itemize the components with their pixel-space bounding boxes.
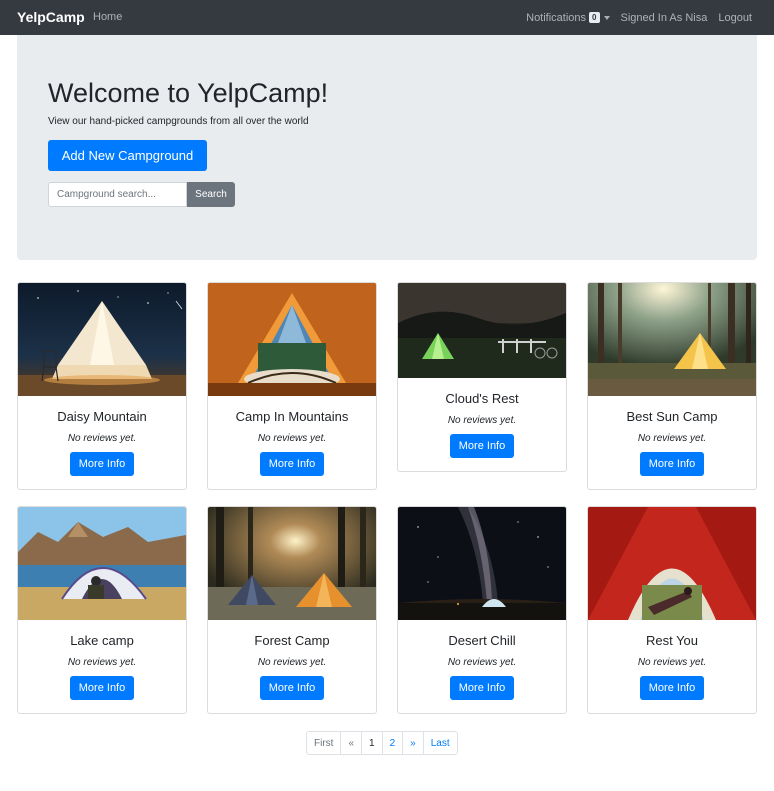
pagination-first: First	[314, 737, 334, 749]
add-campground-button[interactable]: Add New Campground	[48, 140, 207, 171]
more-info-button[interactable]: More Info	[640, 676, 704, 700]
pagination-page-1: 1	[361, 732, 382, 754]
campground-reviews: No reviews yet.	[67, 433, 137, 444]
campground-card: Desert Chill No reviews yet. More Info	[397, 506, 567, 714]
campground-reviews: No reviews yet.	[637, 657, 707, 668]
more-info-button[interactable]: More Info	[260, 452, 324, 476]
campground-name: Rest You	[645, 633, 699, 648]
page-title: Welcome to YelpCamp!	[48, 78, 329, 108]
navbar: YelpCamp Home Notifications 0 Signed In …	[0, 0, 774, 35]
campground-card: Camp In Mountains No reviews yet. More I…	[207, 282, 377, 490]
red-tent-view-image	[588, 507, 756, 620]
forest-tents-image	[208, 507, 376, 620]
logout-link[interactable]: Logout	[718, 12, 752, 24]
campground-reviews: No reviews yet.	[447, 415, 517, 426]
notifications-label: Notifications	[526, 11, 587, 24]
notifications-dropdown[interactable]: Notifications 0	[526, 11, 610, 24]
more-info-button[interactable]: More Info	[260, 676, 324, 700]
campground-card: Rest You No reviews yet. More Info	[587, 506, 757, 714]
more-info-button[interactable]: More Info	[450, 676, 514, 700]
notification-count-badge: 0	[589, 12, 600, 23]
tent-dark-field-image	[398, 283, 566, 378]
campground-card: Daisy Mountain No reviews yet. More Info	[17, 282, 187, 490]
nav-right: Notifications 0 Signed In As Nisa Logout	[515, 0, 752, 35]
campground-image[interactable]	[18, 507, 186, 620]
campground-reviews: No reviews yet.	[637, 433, 707, 444]
bell-tent-night-image	[18, 283, 186, 396]
campground-image[interactable]	[588, 283, 756, 396]
caret-down-icon	[603, 15, 610, 20]
campground-image[interactable]	[588, 507, 756, 620]
campground-reviews: No reviews yet.	[447, 657, 517, 668]
campground-name: Best Sun Camp	[626, 409, 718, 424]
campground-name: Desert Chill	[448, 633, 516, 648]
campground-name: Forest Camp	[254, 633, 330, 648]
more-info-button[interactable]: More Info	[70, 676, 134, 700]
signed-in-link[interactable]: Signed In As Nisa	[621, 12, 708, 24]
forest-sun-tent-image	[588, 283, 756, 396]
campground-name: Cloud's Rest	[445, 391, 519, 406]
more-info-button[interactable]: More Info	[70, 452, 134, 476]
campground-image[interactable]	[208, 283, 376, 396]
campground-reviews: No reviews yet.	[257, 433, 327, 444]
nav-home-link[interactable]: Home	[93, 11, 122, 23]
campground-image[interactable]	[208, 507, 376, 620]
campground-card: Lake camp No reviews yet. More Info	[17, 506, 187, 714]
campground-image[interactable]	[18, 283, 186, 396]
campground-name: Lake camp	[70, 633, 134, 648]
campground-search-input[interactable]	[48, 182, 187, 207]
tent-interior-image	[208, 283, 376, 396]
page-subtitle: View our hand-picked campgrounds from al…	[48, 116, 309, 127]
campground-name: Daisy Mountain	[57, 409, 147, 424]
campground-image[interactable]	[398, 283, 566, 378]
more-info-button[interactable]: More Info	[450, 434, 514, 458]
campground-reviews: No reviews yet.	[67, 657, 137, 668]
campground-image[interactable]	[398, 507, 566, 620]
campground-card: Cloud's Rest No reviews yet. More Info	[397, 282, 567, 472]
campground-name: Camp In Mountains	[235, 409, 349, 424]
lake-tent-image	[18, 507, 186, 620]
jumbotron: Welcome to YelpCamp! View our hand-picke…	[17, 35, 757, 260]
pagination-last[interactable]: Last	[422, 732, 457, 754]
more-info-button[interactable]: More Info	[640, 452, 704, 476]
pagination-next[interactable]: »	[402, 732, 423, 754]
milky-way-tent-image	[398, 507, 566, 620]
campground-reviews: No reviews yet.	[257, 657, 327, 668]
search-button[interactable]: Search	[187, 182, 235, 207]
brand-link[interactable]: YelpCamp	[17, 9, 85, 25]
pagination-page-2[interactable]: 2	[381, 732, 403, 754]
campground-card: Best Sun Camp No reviews yet. More Info	[587, 282, 757, 490]
pagination-prev: «	[340, 732, 361, 754]
campground-card: Forest Camp No reviews yet. More Info	[207, 506, 377, 714]
pagination: First « 1 2 » Last	[306, 731, 458, 755]
